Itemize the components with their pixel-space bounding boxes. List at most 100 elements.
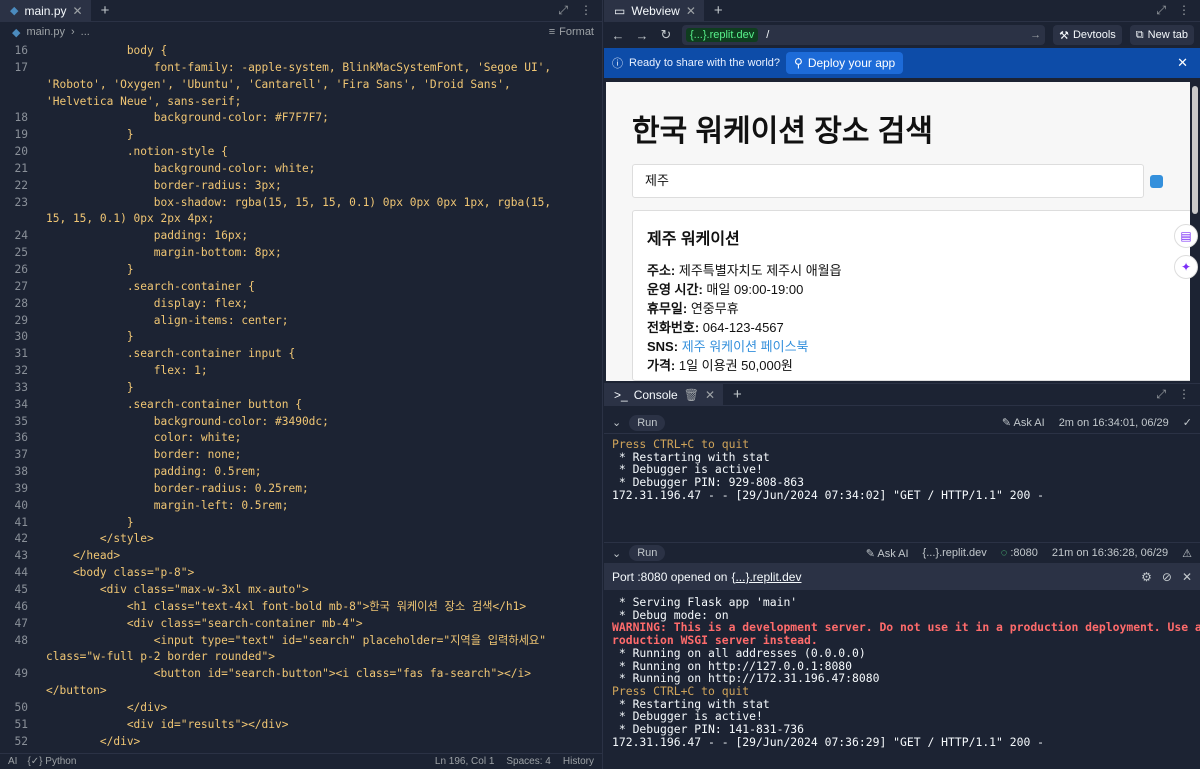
expand-icon[interactable]: ⤢ [1156,387,1166,402]
new-tab-icon[interactable]: + [704,2,733,19]
code-line[interactable]: 51 <div id="results"></div> [0,717,602,734]
go-arrow-icon[interactable]: → [1030,29,1041,41]
new-tab-icon[interactable]: + [723,386,752,403]
expand-icon[interactable]: ⤢ [1156,3,1166,18]
code-line[interactable]: 21 background-color: white; [0,161,602,178]
format-button[interactable]: ≡ Format [549,26,602,38]
close-banner-icon[interactable]: ✕ [1177,55,1192,71]
line-number: 38 [14,465,28,479]
sns-link[interactable]: 제주 워케이션 페이스북 [682,339,809,354]
more-options-icon[interactable]: ⋮ [1178,3,1190,18]
code-line[interactable]: 42 </style> [0,531,602,548]
page-scrollbar[interactable] [1192,86,1198,214]
reload-icon[interactable]: ↻ [658,27,674,43]
chevron-down-icon[interactable]: ⌄ [612,416,621,429]
tab-console[interactable]: >_ Console 🗑 ✕ [604,383,724,406]
code-line[interactable]: 50 </div> [0,700,602,717]
ask-ai-button[interactable]: ✎ Ask AI [866,547,909,560]
run-domain[interactable]: {...}.replit.dev [923,547,987,559]
sparkle-icon[interactable]: ✦ [1174,255,1198,279]
code-line[interactable]: 27 .search-container { [0,279,602,296]
deploy-button[interactable]: ⚲ Deploy your app [786,52,904,74]
code-text: <h1 class="text-4xl font-bold mb-8">한국 워… [46,599,527,613]
forward-icon[interactable]: → [634,28,650,43]
new-tab-button[interactable]: ⧉ New tab [1129,25,1194,45]
code-line[interactable]: 22 border-radius: 3px; [0,178,602,195]
code-line[interactable]: class="w-full p-2 border rounded"> [0,649,602,666]
code-line[interactable]: 52 </div> [0,734,602,751]
code-line[interactable]: 16 body { [0,43,602,60]
new-tab-icon[interactable]: + [91,2,120,19]
indent-spaces[interactable]: Spaces: 4 [506,756,550,767]
chevron-down-icon[interactable]: ⌄ [612,547,621,560]
run-badge[interactable]: Run [629,545,666,561]
code-line[interactable]: 19 } [0,127,602,144]
trash-icon[interactable]: 🗑 [684,388,699,402]
code-line[interactable]: 41 } [0,515,602,532]
url-field[interactable]: {...}.replit.dev / → [682,25,1046,45]
code-line[interactable]: 36 color: white; [0,430,602,447]
code-line[interactable]: 47 <div class="search-container mb-4"> [0,616,602,633]
history-button[interactable]: History [563,756,594,767]
console-output-2[interactable]: * Serving Flask app 'main' * Debug mode:… [604,590,1200,748]
code-line[interactable]: 34 .search-container button { [0,397,602,414]
code-line[interactable]: 46 <h1 class="text-4xl font-bold mb-8">한… [0,599,602,616]
more-options-icon[interactable]: ⋮ [1178,387,1190,402]
code-line[interactable]: 38 padding: 0.5rem; [0,464,602,481]
code-line[interactable]: 25 margin-bottom: 8px; [0,245,602,262]
console-output-1[interactable]: Press CTRL+C to quit * Restarting with s… [604,434,1200,542]
code-line[interactable]: 20 .notion-style { [0,144,602,161]
code-line[interactable]: 23 box-shadow: rgba(15, 15, 15, 0.1) 0px… [0,195,602,212]
code-line[interactable]: 24 padding: 16px; [0,228,602,245]
code-line[interactable]: 29 align-items: center; [0,313,602,330]
line-number: 23 [14,195,28,209]
globe-off-icon[interactable]: ⊘ [1162,570,1172,584]
code-line[interactable]: 37 border: none; [0,447,602,464]
code-line[interactable]: </button> [0,683,602,700]
tab-main-py[interactable]: ◆ main.py ✕ [0,0,91,22]
close-tab-icon[interactable]: ✕ [705,388,715,402]
code-line[interactable]: 18 background-color: #F7F7F7; [0,110,602,127]
code-line[interactable]: 32 flex: 1; [0,363,602,380]
run-badge[interactable]: Run [629,414,666,431]
code-line[interactable]: 48 <input type="text" id="search" placeh… [0,633,602,650]
code-line[interactable]: 49 <button id="search-button"><i class="… [0,666,602,683]
tab-webview[interactable]: ▭ Webview ✕ [604,0,704,22]
breadcrumb-file[interactable]: main.py [26,26,65,38]
code-line[interactable]: 39 border-radius: 0.25rem; [0,481,602,498]
code-line[interactable]: 'Helvetica Neue', sans-serif; [0,94,602,111]
search-button[interactable] [1150,175,1163,188]
code-line[interactable]: 17 font-family: -apple-system, BlinkMacS… [0,60,602,77]
code-line[interactable]: 45 <div class="max-w-3xl mx-auto"> [0,582,602,599]
code-line[interactable]: 44 <body class="p-8"> [0,565,602,582]
code-line[interactable]: 40 margin-left: 0.5rem; [0,498,602,515]
code-area[interactable]: 16 body {17 font-family: -apple-system, … [0,43,602,753]
breadcrumb-more[interactable]: ... [81,26,90,38]
document-icon[interactable]: ▤ [1174,224,1198,248]
code-line[interactable]: 31 .search-container input { [0,346,602,363]
code-line[interactable]: 'Roboto', 'Oxygen', 'Ubuntu', 'Cantarell… [0,77,602,94]
more-options-icon[interactable]: ⋮ [580,3,592,18]
code-line[interactable]: 30 } [0,329,602,346]
code-line[interactable]: 15, 15, 0.1) 0px 2px 4px; [0,211,602,228]
code-line[interactable]: 35 background-color: #3490dc; [0,414,602,431]
settings-icon[interactable]: ⚙ [1141,570,1152,584]
close-icon[interactable]: ✕ [1182,570,1192,584]
back-icon[interactable]: ← [610,28,626,43]
language-status[interactable]: {✓} Python [27,756,76,767]
code-line[interactable]: 43 </head> [0,548,602,565]
cursor-position[interactable]: Ln 196, Col 1 [435,756,495,767]
code-line[interactable]: 26 } [0,262,602,279]
line-number: 19 [14,128,28,142]
close-tab-icon[interactable]: ✕ [686,4,696,18]
devtools-button[interactable]: ⚒ Devtools [1053,25,1122,45]
code-line[interactable]: 33 } [0,380,602,397]
search-input[interactable]: 제주 [632,164,1144,198]
line-number [0,94,46,111]
expand-icon[interactable]: ⤢ [558,3,568,18]
port-link[interactable]: {...}.replit.dev [731,570,801,584]
close-tab-icon[interactable]: ✕ [73,4,83,18]
ai-status[interactable]: AI [8,756,17,767]
code-line[interactable]: 28 display: flex; [0,296,602,313]
ask-ai-button[interactable]: ✎ Ask AI [1002,416,1045,429]
